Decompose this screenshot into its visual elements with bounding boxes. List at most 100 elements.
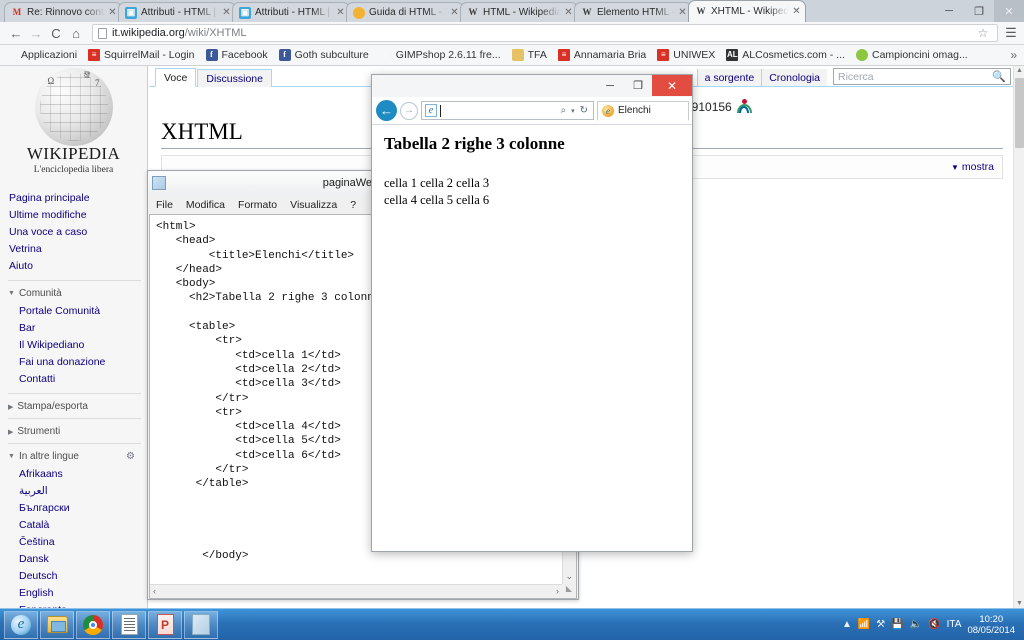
sidebar-sublink[interactable]: Il Wikipediano xyxy=(8,336,147,353)
notepad-scroll-left-icon[interactable]: ‹ xyxy=(153,586,156,596)
ie-forward-icon[interactable]: → xyxy=(400,101,418,120)
browser-tab-4[interactable]: W HTML - Wikipedia ✕ xyxy=(460,2,578,22)
magnifier-icon[interactable]: 🔍 xyxy=(992,70,1006,83)
sidebar-sublink[interactable]: Català xyxy=(8,516,147,533)
bookmark-item[interactable]: f Goth subculture xyxy=(278,49,369,61)
reload-icon[interactable]: C xyxy=(46,26,66,41)
notepad-menu-modifica[interactable]: Modifica xyxy=(186,199,225,211)
bookmark-item[interactable]: AL ALCosmetics.com - ... xyxy=(726,49,845,61)
notepad-menu-visualizza[interactable]: Visualizza xyxy=(290,199,337,211)
page-scrollbar[interactable]: ▲ ▼ xyxy=(1013,66,1024,608)
scrollbar-thumb[interactable] xyxy=(1015,78,1024,148)
sidebar-sublink[interactable]: Čeština xyxy=(8,533,147,550)
caret-right-icon[interactable]: ▶ xyxy=(8,403,13,411)
taskbar-notepad[interactable] xyxy=(184,610,218,639)
ie-title-bar[interactable]: ─ ❐ ✕ xyxy=(372,75,692,97)
bookmark-item[interactable]: ≡ UNIWEX xyxy=(657,49,715,61)
ie-maximize-button[interactable]: ❐ xyxy=(624,75,652,96)
scroll-down-arrow-icon[interactable]: ▼ xyxy=(1014,600,1024,607)
maximize-button[interactable]: ❐ xyxy=(964,0,994,22)
sidebar-link-pagina-principale[interactable]: Pagina principale xyxy=(8,189,147,206)
chrome-menu-icon[interactable]: ☰ xyxy=(1004,25,1018,41)
caret-down-icon[interactable]: ▼ xyxy=(8,290,15,297)
notepad-menu-[interactable]: ? xyxy=(350,199,356,211)
taskbar-file-explorer[interactable] xyxy=(40,610,74,639)
clock[interactable]: 10:20 08/05/2014 xyxy=(967,614,1015,636)
notepad-scroll-down-icon[interactable]: ⌄ xyxy=(565,571,573,582)
tab-cronologia[interactable]: Cronologia xyxy=(761,69,827,86)
sidebar-link-una-voce-a-caso[interactable]: Una voce a caso xyxy=(8,223,147,240)
ie-close-button[interactable]: ✕ xyxy=(652,75,692,96)
sidebar-sublink[interactable]: Български xyxy=(8,499,147,516)
ie-minimize-button[interactable]: ─ xyxy=(596,75,624,96)
home-icon[interactable]: ⌂ xyxy=(66,26,86,41)
sidebar-sublink[interactable]: English xyxy=(8,584,147,601)
browser-tab-1[interactable]: ▣ Attributi - HTML | N ✕ xyxy=(118,2,236,22)
browser-tab-2[interactable]: ▣ Attributi - HTML | N ✕ xyxy=(232,2,350,22)
taskbar-document[interactable] xyxy=(112,610,146,639)
tab-discussione[interactable]: Discussione xyxy=(197,69,272,87)
notepad-resize-grip[interactable]: ◣ xyxy=(562,584,576,598)
browser-tab-6[interactable]: W XHTML - Wikipedia ✕ xyxy=(688,0,806,22)
taskbar-google-chrome[interactable] xyxy=(76,610,110,639)
address-bar[interactable]: it.wikipedia.org /wiki/XHTML ☆ xyxy=(92,24,998,42)
tab-voce[interactable]: Voce xyxy=(155,68,197,87)
sidebar-section-header[interactable]: ▼ In altre lingue ⚙ xyxy=(8,451,147,462)
tab-close-icon[interactable]: ✕ xyxy=(677,7,688,18)
notice-toggle-label[interactable]: mostra xyxy=(962,161,994,173)
sidebar-sublink[interactable]: Deutsch xyxy=(8,567,147,584)
show-hidden-icons-icon[interactable]: ▲ xyxy=(842,619,852,630)
network-icon[interactable]: 📶 xyxy=(858,619,870,630)
caret-right-icon[interactable]: ▶ xyxy=(8,428,13,436)
sidebar-section-header[interactable]: ▶ Strumenti xyxy=(8,426,147,437)
tab-close-icon[interactable]: ✕ xyxy=(791,6,802,17)
sidebar-link-aiuto[interactable]: Aiuto xyxy=(8,257,147,274)
bookmark-item[interactable]: ≡ Annamaria Bria xyxy=(557,49,646,61)
minimize-button[interactable]: ─ xyxy=(934,0,964,22)
page-info-icon[interactable] xyxy=(98,27,107,39)
sidebar-sublink[interactable]: Fai una donazione xyxy=(8,353,147,370)
bookmark-item[interactable]: TFA xyxy=(511,49,547,61)
safely-remove-icon[interactable]: 💾 xyxy=(891,619,903,630)
browser-tab-0[interactable]: M Re: Rinnovo contrat ✕ xyxy=(4,2,122,22)
ie-back-icon[interactable]: ← xyxy=(376,100,397,121)
forward-icon[interactable]: → xyxy=(26,26,46,41)
language-indicator[interactable]: ITA xyxy=(947,619,962,630)
scroll-up-arrow-icon[interactable]: ▲ xyxy=(1014,67,1024,74)
back-icon[interactable]: ← xyxy=(6,26,26,41)
sidebar-sublink[interactable]: Dansk xyxy=(8,550,147,567)
notepad-menu-file[interactable]: File xyxy=(156,199,173,211)
action-center-icon[interactable]: ⚒ xyxy=(876,619,885,630)
tab-close-icon[interactable]: ✕ xyxy=(221,7,232,18)
tab-close-icon[interactable]: ✕ xyxy=(335,7,346,18)
ie-search-icon[interactable]: ⌕ xyxy=(560,105,566,116)
notepad-menu-formato[interactable]: Formato xyxy=(238,199,277,211)
notepad-horizontal-scrollbar[interactable]: ‹ › xyxy=(150,584,562,598)
wikipedia-logo[interactable]: Ω 7 發 WIKIPEDIA L'enciclopedia libera xyxy=(0,68,147,179)
tab-close-icon[interactable]: ✕ xyxy=(449,7,460,18)
sidebar-sublink[interactable]: Portale Comunità xyxy=(8,302,147,319)
tab-close-icon[interactable]: ✕ xyxy=(563,7,574,18)
bookmark-item[interactable]: ↓ GIMPshop 2.6.11 fre... xyxy=(380,49,501,61)
browser-tab-3[interactable]: Guida di HTML - Ta ✕ xyxy=(346,2,464,22)
bookmark-star-icon[interactable]: ☆ xyxy=(974,26,992,40)
tab-modifica-sorgente[interactable]: a sorgente xyxy=(696,69,762,86)
sidebar-link-ultime-modifiche[interactable]: Ultime modifiche xyxy=(8,206,147,223)
gear-icon[interactable]: ⚙ xyxy=(126,451,135,462)
sidebar-sublink[interactable]: Esperanto xyxy=(8,601,147,609)
sidebar-sublink[interactable]: العربية xyxy=(8,482,147,499)
notepad-scroll-right-icon[interactable]: › xyxy=(556,586,559,596)
bookmark-item[interactable]: Applicazioni xyxy=(5,49,77,61)
internet-explorer-window[interactable]: ─ ❐ ✕ ← → e ⌕ ▾ ↻ Elenchi Tabel xyxy=(371,74,693,552)
tab-close-icon[interactable]: ✕ xyxy=(107,7,118,18)
sidebar-sublink[interactable]: Contatti xyxy=(8,370,147,387)
sidebar-sublink[interactable]: Bar xyxy=(8,319,147,336)
bookmark-item[interactable]: f Facebook xyxy=(205,49,268,61)
bookmark-item[interactable]: ≡ SquirrelMail - Login xyxy=(88,49,195,61)
sidebar-section-header[interactable]: ▶ Stampa/esporta xyxy=(8,401,147,412)
bookmarks-overflow-icon[interactable]: » xyxy=(1010,48,1019,62)
volume-icon[interactable]: 🔈 xyxy=(910,619,922,630)
ie-address-bar[interactable]: e ⌕ ▾ ↻ xyxy=(421,101,594,120)
taskbar-powerpoint[interactable] xyxy=(148,610,182,639)
ie-tab-elenchi[interactable]: Elenchi xyxy=(597,100,689,121)
